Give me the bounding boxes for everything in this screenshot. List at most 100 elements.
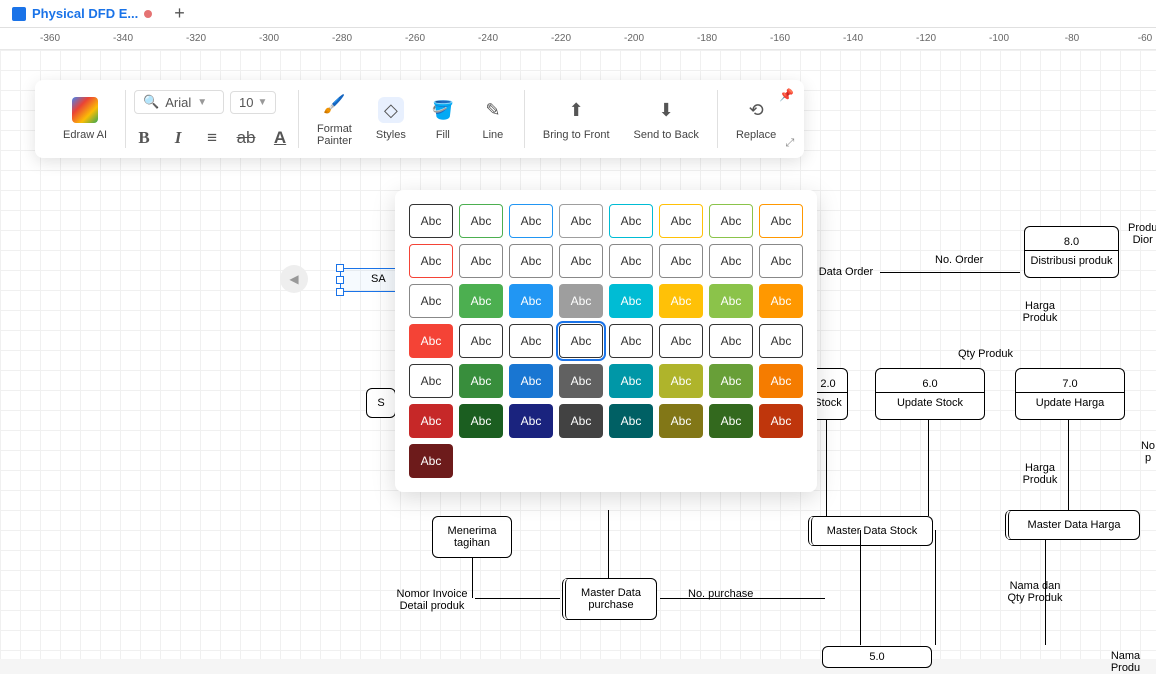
style-swatch[interactable]: Abc — [509, 364, 553, 398]
process-box-7[interactable]: 7.0 Update Harga — [1015, 368, 1125, 420]
style-swatch[interactable]: Abc — [409, 364, 453, 398]
style-swatch[interactable]: Abc — [609, 284, 653, 318]
box-s[interactable]: S — [366, 388, 396, 418]
label-nama-produ: Nama Produ — [1095, 650, 1156, 674]
font-size-select[interactable]: 10 ▼ — [230, 91, 276, 114]
style-swatch[interactable]: Abc — [509, 244, 553, 278]
replace-button[interactable]: ⟲ Replace — [726, 97, 786, 141]
ruler-tick: -180 — [697, 33, 717, 44]
label-produk-dior: Produ Dior — [1128, 222, 1156, 246]
font-family-select[interactable]: 🔍 Arial ▼ — [134, 90, 224, 114]
fill-button[interactable]: 🪣 Fill — [420, 97, 466, 141]
style-swatch[interactable]: Abc — [709, 404, 753, 438]
styles-popup: AbcAbcAbcAbcAbcAbcAbcAbcAbcAbcAbcAbcAbcA… — [395, 190, 817, 492]
style-swatch[interactable]: Abc — [709, 244, 753, 278]
style-swatch[interactable]: Abc — [709, 324, 753, 358]
style-swatch[interactable]: Abc — [459, 364, 503, 398]
style-swatch[interactable]: Abc — [459, 204, 503, 238]
pan-left-button[interactable]: ◀ — [280, 265, 308, 293]
label-qty-produk: Qty Produk — [958, 348, 1013, 360]
edraw-ai-button[interactable]: Edraw AI — [53, 97, 117, 141]
align-button[interactable]: ≡ — [202, 128, 222, 148]
selected-shape[interactable]: SA — [340, 268, 400, 292]
box-master-stock[interactable]: Master Data Stock — [808, 516, 933, 546]
ruler-tick: -360 — [40, 33, 60, 44]
format-painter-button[interactable]: 🖌️ Format Painter — [307, 91, 362, 147]
box-master-purchase[interactable]: Master Data purchase — [562, 578, 657, 620]
style-swatch[interactable]: Abc — [509, 204, 553, 238]
style-swatch[interactable]: Abc — [709, 204, 753, 238]
style-swatch[interactable]: Abc — [459, 404, 503, 438]
document-icon — [12, 7, 26, 21]
chevron-down-icon: ▼ — [258, 97, 268, 108]
box-master-harga[interactable]: Master Data Harga — [1005, 510, 1140, 540]
process-box-8[interactable]: 8.0 Distribusi produk — [1024, 226, 1119, 278]
ruler-tick: -200 — [624, 33, 644, 44]
style-swatch[interactable]: Abc — [559, 204, 603, 238]
style-swatch[interactable]: Abc — [459, 284, 503, 318]
line-button[interactable]: ✎ Line — [470, 97, 516, 141]
style-swatch[interactable]: Abc — [709, 364, 753, 398]
tab-title: Physical DFD E... — [32, 6, 138, 21]
ruler-tick: -280 — [332, 33, 352, 44]
horizontal-ruler: -360-340-320-300-280-260-240-220-200-180… — [0, 28, 1156, 50]
style-swatch[interactable]: Abc — [509, 284, 553, 318]
text-color-button[interactable]: A — [270, 128, 290, 148]
ruler-tick: -220 — [551, 33, 571, 44]
style-swatch[interactable]: Abc — [409, 444, 453, 478]
style-swatch[interactable]: Abc — [709, 284, 753, 318]
send-to-back-button[interactable]: ⬇ Send to Back — [624, 97, 709, 141]
style-swatch[interactable]: Abc — [409, 244, 453, 278]
style-swatch[interactable]: Abc — [659, 364, 703, 398]
style-swatch[interactable]: Abc — [409, 404, 453, 438]
style-swatch[interactable]: Abc — [609, 404, 653, 438]
style-swatch[interactable]: Abc — [659, 404, 703, 438]
style-swatch[interactable]: Abc — [409, 204, 453, 238]
styles-button[interactable]: ◇ Styles — [366, 97, 416, 141]
ruler-tick: -240 — [478, 33, 498, 44]
label-harga-produk: Harga Produk — [1010, 300, 1070, 324]
style-swatch[interactable]: Abc — [559, 244, 603, 278]
pin-icon[interactable]: 📌 — [779, 88, 794, 102]
label-harga-produk2: Harga Produk — [1010, 462, 1070, 486]
style-swatch[interactable]: Abc — [609, 244, 653, 278]
expand-icon[interactable]: ⤢ — [785, 137, 794, 150]
style-swatch[interactable]: Abc — [759, 364, 803, 398]
ruler-tick: -60 — [1138, 33, 1152, 44]
style-swatch[interactable]: Abc — [659, 324, 703, 358]
box-menerima-tagihan[interactable]: Menerima tagihan — [432, 516, 512, 558]
style-swatch[interactable]: Abc — [609, 364, 653, 398]
document-tab[interactable]: Physical DFD E... — [0, 0, 164, 27]
style-swatch[interactable]: Abc — [559, 404, 603, 438]
style-swatch[interactable]: Abc — [609, 324, 653, 358]
style-swatch[interactable]: Abc — [509, 404, 553, 438]
strikethrough-button[interactable]: ab — [236, 128, 256, 148]
style-swatch[interactable]: Abc — [659, 244, 703, 278]
italic-button[interactable]: I — [168, 128, 188, 148]
style-swatch[interactable]: Abc — [459, 244, 503, 278]
tab-bar: Physical DFD E... + — [0, 0, 1156, 28]
style-swatch[interactable]: Abc — [759, 324, 803, 358]
process-box-5[interactable]: 5.0 — [822, 646, 932, 668]
style-swatch[interactable]: Abc — [559, 284, 603, 318]
bring-to-front-button[interactable]: ⬆ Bring to Front — [533, 97, 620, 141]
style-swatch[interactable]: Abc — [609, 204, 653, 238]
style-swatch[interactable]: Abc — [559, 364, 603, 398]
style-swatch[interactable]: Abc — [659, 284, 703, 318]
add-tab-button[interactable]: + — [164, 3, 195, 24]
style-swatch[interactable]: Abc — [759, 204, 803, 238]
bold-button[interactable]: B — [134, 128, 154, 148]
style-swatch[interactable]: Abc — [409, 284, 453, 318]
style-swatch[interactable]: Abc — [659, 204, 703, 238]
send-back-icon: ⬇ — [653, 97, 679, 123]
style-swatch[interactable]: Abc — [559, 324, 603, 358]
style-swatch[interactable]: Abc — [409, 324, 453, 358]
process-box-6[interactable]: 6.0 Update Stock — [875, 368, 985, 420]
style-swatch[interactable]: Abc — [459, 324, 503, 358]
floating-toolbar: 📌 ⤢ Edraw AI 🔍 Arial ▼ 10 ▼ B I ≡ ab A 🖌 — [35, 80, 804, 158]
style-swatch[interactable]: Abc — [759, 244, 803, 278]
style-swatch[interactable]: Abc — [759, 404, 803, 438]
style-swatch[interactable]: Abc — [759, 284, 803, 318]
style-swatch[interactable]: Abc — [509, 324, 553, 358]
edraw-ai-icon — [72, 97, 98, 123]
